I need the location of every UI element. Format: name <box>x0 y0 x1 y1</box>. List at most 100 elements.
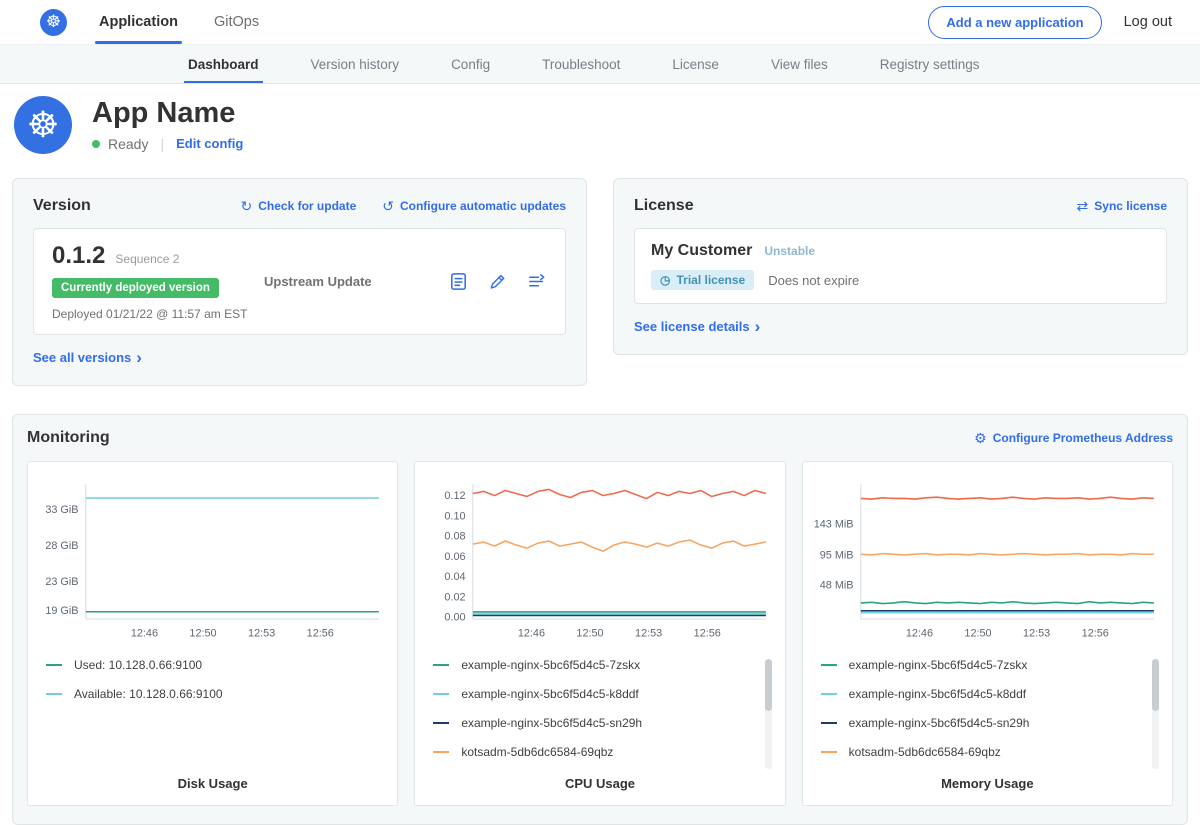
config-values-icon[interactable] <box>487 271 508 292</box>
deployed-timestamp: Deployed 01/21/22 @ 11:57 am EST <box>52 307 264 321</box>
legend-swatch <box>433 751 449 753</box>
top-nav: ☸ Application GitOps Add a new applicati… <box>0 0 1200 45</box>
check-for-update-link[interactable]: ↻Check for update <box>241 199 357 213</box>
svg-text:0.02: 0.02 <box>445 591 466 603</box>
configure-updates-label: Configure automatic updates <box>400 199 566 213</box>
svg-text:12:53: 12:53 <box>635 628 662 640</box>
see-all-versions-link[interactable]: See all versions › <box>33 349 142 366</box>
legend-swatch <box>821 693 837 695</box>
license-row: ◷Trial license Does not expire <box>651 270 1150 290</box>
expiry-text: Does not expire <box>768 273 859 288</box>
legend-label: example-nginx-5bc6f5d4c5-k8ddf <box>849 687 1026 701</box>
memory-usage-legend: example-nginx-5bc6f5d4c5-7zskx example-ng… <box>821 657 1164 776</box>
wheel-icon: ☸ <box>46 12 61 32</box>
upstream-update-label: Upstream Update <box>264 274 372 289</box>
memory-usage-chart: 143 MiB95 MiB48 MiB12:4612:5012:5312:56 <box>809 474 1166 653</box>
kubernetes-logo-icon[interactable]: ☸ <box>40 9 67 36</box>
check-for-update-label: Check for update <box>258 199 356 213</box>
tab-dashboard[interactable]: Dashboard <box>162 45 285 83</box>
tab-gitops[interactable]: GitOps <box>202 0 271 44</box>
svg-text:12:50: 12:50 <box>964 628 991 640</box>
deployed-badge: Currently deployed version <box>52 278 219 298</box>
legend-item: Available: 10.128.0.66:9100 <box>46 686 389 702</box>
scrollbar-thumb[interactable] <box>765 659 772 711</box>
tab-registry-settings[interactable]: Registry settings <box>854 45 1006 83</box>
tab-troubleshoot[interactable]: Troubleshoot <box>516 45 646 83</box>
tab-license[interactable]: License <box>646 45 745 83</box>
sub-nav: Dashboard Version history Config Trouble… <box>0 45 1200 84</box>
see-all-versions-label: See all versions <box>33 350 131 365</box>
app-header-text: App Name Ready | Edit config <box>92 98 243 151</box>
sequence-label: Sequence 2 <box>115 252 179 266</box>
version-card: Version ↻Check for update ↺Configure aut… <box>12 178 587 386</box>
customer-name: My Customer <box>651 242 752 260</box>
monitoring-card: Monitoring ⚙ Configure Prometheus Address… <box>12 414 1188 825</box>
see-license-details-label: See license details <box>634 319 750 334</box>
wheel-icon: ☸ <box>27 104 59 146</box>
disk-usage-chart: 33 GiB28 GiB23 GiB19 GiB12:4612:5012:531… <box>34 474 391 653</box>
svg-text:0.10: 0.10 <box>445 510 466 522</box>
legend-item: example-nginx-5bc6f5d4c5-sn29h <box>821 715 1164 731</box>
svg-text:0.06: 0.06 <box>445 551 466 563</box>
tab-version-history[interactable]: Version history <box>285 45 426 83</box>
svg-text:12:56: 12:56 <box>694 628 721 640</box>
svg-text:48 MiB: 48 MiB <box>819 580 853 592</box>
cpu-usage-title: CPU Usage <box>421 776 778 791</box>
legend-label: Available: 10.128.0.66:9100 <box>74 687 223 701</box>
app-logo-icon: ☸ <box>14 96 72 154</box>
version-number: 0.1.2 <box>52 242 105 270</box>
svg-text:28 GiB: 28 GiB <box>45 540 78 552</box>
release-notes-icon[interactable] <box>448 271 469 292</box>
svg-text:12:46: 12:46 <box>905 628 932 640</box>
legend-item: example-nginx-5bc6f5d4c5-sn29h <box>433 715 776 731</box>
ready-status-dot <box>92 140 100 148</box>
tab-view-files[interactable]: View files <box>745 45 854 83</box>
auto-update-icon: ↺ <box>382 199 394 213</box>
disk-usage-panel: 33 GiB28 GiB23 GiB19 GiB12:4612:5012:531… <box>27 461 398 806</box>
legend-scrollbar[interactable] <box>765 659 772 769</box>
legend-scrollbar[interactable] <box>1152 659 1159 769</box>
gear-icon: ⚙ <box>974 431 987 445</box>
svg-text:23 GiB: 23 GiB <box>45 576 78 588</box>
see-license-details-link[interactable]: See license details› <box>634 318 760 335</box>
view-diff-icon[interactable] <box>526 271 547 292</box>
license-card-links: ⇄Sync license <box>1077 199 1167 213</box>
channel-label: Unstable <box>764 244 815 258</box>
current-version-box: 0.1.2 Sequence 2 Currently deployed vers… <box>33 228 566 335</box>
customer-row: My Customer Unstable <box>651 242 1150 260</box>
legend-label: example-nginx-5bc6f5d4c5-7zskx <box>849 658 1028 672</box>
trial-license-label: Trial license <box>676 273 745 287</box>
svg-text:0.04: 0.04 <box>445 571 466 583</box>
svg-text:33 GiB: 33 GiB <box>45 504 78 516</box>
sync-license-link[interactable]: ⇄Sync license <box>1077 199 1167 213</box>
add-application-button[interactable]: Add a new application <box>928 6 1101 39</box>
cpu-usage-panel: 0.120.100.080.060.040.020.0012:4612:5012… <box>414 461 785 806</box>
legend-label: example-nginx-5bc6f5d4c5-7zskx <box>461 658 640 672</box>
legend-swatch <box>821 664 837 666</box>
legend-label: Used: 10.128.0.66:9100 <box>74 658 202 672</box>
legend-item: example-nginx-5bc6f5d4c5-7zskx <box>821 657 1164 673</box>
logout-link[interactable]: Log out <box>1124 14 1172 30</box>
configure-prometheus-link[interactable]: ⚙ Configure Prometheus Address <box>974 431 1173 445</box>
trial-license-badge: ◷Trial license <box>651 270 754 290</box>
monitoring-title: Monitoring <box>27 429 110 447</box>
license-box: My Customer Unstable ◷Trial license Does… <box>634 228 1167 304</box>
svg-text:95 MiB: 95 MiB <box>819 550 853 562</box>
svg-text:12:46: 12:46 <box>518 628 545 640</box>
svg-text:12:50: 12:50 <box>577 628 604 640</box>
legend-label: kotsadm-5db6dc6584-69qbz <box>849 745 1001 759</box>
edit-config-link[interactable]: Edit config <box>176 136 243 151</box>
configure-prometheus-label: Configure Prometheus Address <box>993 431 1173 445</box>
svg-text:12:56: 12:56 <box>1081 628 1108 640</box>
version-action-icons <box>448 271 547 292</box>
tab-config[interactable]: Config <box>425 45 516 83</box>
license-card-header: License ⇄Sync license <box>634 197 1167 215</box>
configure-automatic-updates-link[interactable]: ↺ Configure automatic updates <box>382 199 566 213</box>
legend-item: example-nginx-5bc6f5d4c5-7zskx <box>433 657 776 673</box>
chevron-right-icon: › <box>136 349 142 366</box>
scrollbar-thumb[interactable] <box>1152 659 1159 711</box>
svg-text:12:53: 12:53 <box>1023 628 1050 640</box>
tab-application[interactable]: Application <box>87 0 190 44</box>
legend-swatch <box>46 693 62 695</box>
version-line: 0.1.2 Sequence 2 <box>52 242 264 270</box>
